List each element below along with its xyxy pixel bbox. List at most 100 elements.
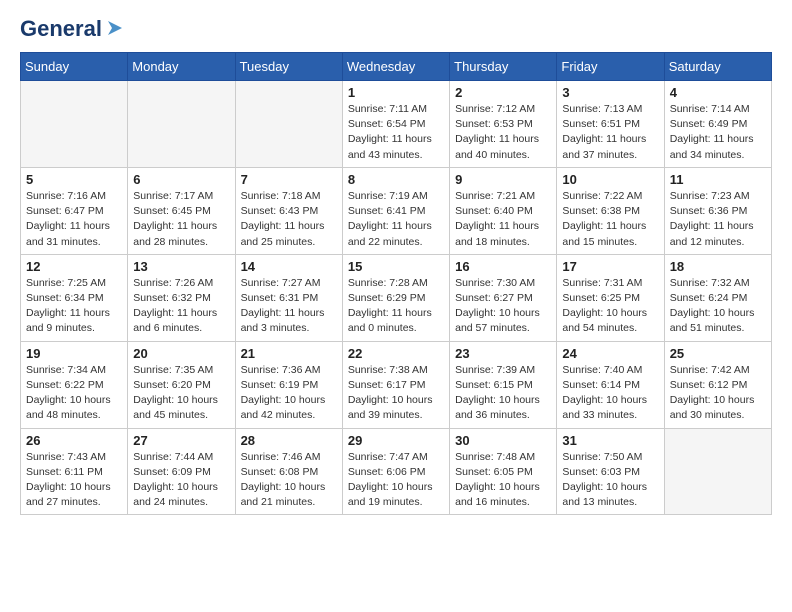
day-number: 7 bbox=[241, 172, 337, 187]
day-info: Sunrise: 7:14 AM Sunset: 6:49 PM Dayligh… bbox=[670, 102, 766, 163]
day-number: 6 bbox=[133, 172, 229, 187]
calendar-header-friday: Friday bbox=[557, 53, 664, 81]
calendar-cell: 27 Sunrise: 7:44 AM Sunset: 6:09 PM Dayli… bbox=[128, 428, 235, 515]
day-number: 24 bbox=[562, 346, 658, 361]
day-info: Sunrise: 7:19 AM Sunset: 6:41 PM Dayligh… bbox=[348, 189, 444, 250]
calendar-cell: 3Sunrise: 7:13 AM Sunset: 6:51 PM Daylig… bbox=[557, 81, 664, 168]
calendar-cell: 8 Sunrise: 7:19 AM Sunset: 6:41 PM Daylig… bbox=[342, 167, 449, 254]
calendar-cell bbox=[128, 81, 235, 168]
day-number: 13 bbox=[133, 259, 229, 274]
calendar-header-thursday: Thursday bbox=[450, 53, 557, 81]
day-info: Sunrise: 7:38 AM Sunset: 6:17 PM Dayligh… bbox=[348, 363, 444, 424]
calendar-header-saturday: Saturday bbox=[664, 53, 771, 81]
day-info: Sunrise: 7:44 AM Sunset: 6:09 PM Dayligh… bbox=[133, 450, 229, 511]
day-number: 16 bbox=[455, 259, 551, 274]
calendar-cell: 7 Sunrise: 7:18 AM Sunset: 6:43 PM Daylig… bbox=[235, 167, 342, 254]
calendar-cell: 20 Sunrise: 7:35 AM Sunset: 6:20 PM Dayli… bbox=[128, 341, 235, 428]
calendar-cell: 13Sunrise: 7:26 AM Sunset: 6:32 PM Dayli… bbox=[128, 254, 235, 341]
calendar-header-row: SundayMondayTuesdayWednesdayThursdayFrid… bbox=[21, 53, 772, 81]
day-number: 27 bbox=[133, 433, 229, 448]
calendar-week-row: 26Sunrise: 7:43 AM Sunset: 6:11 PM Dayli… bbox=[21, 428, 772, 515]
calendar-cell: 30Sunrise: 7:48 AM Sunset: 6:05 PM Dayli… bbox=[450, 428, 557, 515]
day-number: 5 bbox=[26, 172, 122, 187]
day-info: Sunrise: 7:43 AM Sunset: 6:11 PM Dayligh… bbox=[26, 450, 122, 511]
calendar-cell: 4 Sunrise: 7:14 AM Sunset: 6:49 PM Daylig… bbox=[664, 81, 771, 168]
calendar-header-tuesday: Tuesday bbox=[235, 53, 342, 81]
calendar-week-row: 1Sunrise: 7:11 AM Sunset: 6:54 PM Daylig… bbox=[21, 81, 772, 168]
day-info: Sunrise: 7:39 AM Sunset: 6:15 PM Dayligh… bbox=[455, 363, 551, 424]
day-number: 4 bbox=[670, 85, 766, 100]
calendar-cell: 1Sunrise: 7:11 AM Sunset: 6:54 PM Daylig… bbox=[342, 81, 449, 168]
day-info: Sunrise: 7:22 AM Sunset: 6:38 PM Dayligh… bbox=[562, 189, 658, 250]
day-info: Sunrise: 7:25 AM Sunset: 6:34 PM Dayligh… bbox=[26, 276, 122, 337]
calendar-cell: 26Sunrise: 7:43 AM Sunset: 6:11 PM Dayli… bbox=[21, 428, 128, 515]
calendar-cell: 2Sunrise: 7:12 AM Sunset: 6:53 PM Daylig… bbox=[450, 81, 557, 168]
calendar-week-row: 19 Sunrise: 7:34 AM Sunset: 6:22 PM Dayli… bbox=[21, 341, 772, 428]
logo-general-text: General bbox=[20, 16, 102, 42]
day-info: Sunrise: 7:47 AM Sunset: 6:06 PM Dayligh… bbox=[348, 450, 444, 511]
calendar-header-monday: Monday bbox=[128, 53, 235, 81]
day-info: Sunrise: 7:36 AM Sunset: 6:19 PM Dayligh… bbox=[241, 363, 337, 424]
calendar-week-row: 12 Sunrise: 7:25 AM Sunset: 6:34 PM Dayli… bbox=[21, 254, 772, 341]
day-number: 20 bbox=[133, 346, 229, 361]
calendar-cell: 10 Sunrise: 7:22 AM Sunset: 6:38 PM Dayli… bbox=[557, 167, 664, 254]
day-number: 11 bbox=[670, 172, 766, 187]
day-number: 14 bbox=[241, 259, 337, 274]
day-info: Sunrise: 7:35 AM Sunset: 6:20 PM Dayligh… bbox=[133, 363, 229, 424]
calendar-table: SundayMondayTuesdayWednesdayThursdayFrid… bbox=[20, 52, 772, 515]
page-container: General SundayMondayTuesdayWednesdayThur… bbox=[0, 0, 792, 525]
day-info: Sunrise: 7:16 AM Sunset: 6:47 PM Dayligh… bbox=[26, 189, 122, 250]
calendar-cell: 15 Sunrise: 7:28 AM Sunset: 6:29 PM Dayli… bbox=[342, 254, 449, 341]
day-info: Sunrise: 7:27 AM Sunset: 6:31 PM Dayligh… bbox=[241, 276, 337, 337]
day-info: Sunrise: 7:12 AM Sunset: 6:53 PM Dayligh… bbox=[455, 102, 551, 163]
calendar-cell: 16 Sunrise: 7:30 AM Sunset: 6:27 PM Dayli… bbox=[450, 254, 557, 341]
calendar-cell: 17Sunrise: 7:31 AM Sunset: 6:25 PM Dayli… bbox=[557, 254, 664, 341]
calendar-cell: 25Sunrise: 7:42 AM Sunset: 6:12 PM Dayli… bbox=[664, 341, 771, 428]
day-number: 29 bbox=[348, 433, 444, 448]
day-number: 10 bbox=[562, 172, 658, 187]
calendar-week-row: 5 Sunrise: 7:16 AM Sunset: 6:47 PM Daylig… bbox=[21, 167, 772, 254]
day-number: 31 bbox=[562, 433, 658, 448]
day-info: Sunrise: 7:46 AM Sunset: 6:08 PM Dayligh… bbox=[241, 450, 337, 511]
calendar-cell bbox=[21, 81, 128, 168]
day-info: Sunrise: 7:18 AM Sunset: 6:43 PM Dayligh… bbox=[241, 189, 337, 250]
day-number: 3 bbox=[562, 85, 658, 100]
calendar-cell: 22Sunrise: 7:38 AM Sunset: 6:17 PM Dayli… bbox=[342, 341, 449, 428]
logo: General bbox=[20, 16, 126, 42]
day-number: 28 bbox=[241, 433, 337, 448]
day-info: Sunrise: 7:40 AM Sunset: 6:14 PM Dayligh… bbox=[562, 363, 658, 424]
day-info: Sunrise: 7:28 AM Sunset: 6:29 PM Dayligh… bbox=[348, 276, 444, 337]
day-info: Sunrise: 7:42 AM Sunset: 6:12 PM Dayligh… bbox=[670, 363, 766, 424]
calendar-cell: 11 Sunrise: 7:23 AM Sunset: 6:36 PM Dayli… bbox=[664, 167, 771, 254]
day-info: Sunrise: 7:31 AM Sunset: 6:25 PM Dayligh… bbox=[562, 276, 658, 337]
day-info: Sunrise: 7:21 AM Sunset: 6:40 PM Dayligh… bbox=[455, 189, 551, 250]
day-number: 1 bbox=[348, 85, 444, 100]
day-number: 18 bbox=[670, 259, 766, 274]
calendar-cell: 19 Sunrise: 7:34 AM Sunset: 6:22 PM Dayli… bbox=[21, 341, 128, 428]
calendar-header-sunday: Sunday bbox=[21, 53, 128, 81]
day-number: 8 bbox=[348, 172, 444, 187]
day-number: 19 bbox=[26, 346, 122, 361]
calendar-cell: 24 Sunrise: 7:40 AM Sunset: 6:14 PM Dayli… bbox=[557, 341, 664, 428]
calendar-cell: 29 Sunrise: 7:47 AM Sunset: 6:06 PM Dayli… bbox=[342, 428, 449, 515]
day-number: 15 bbox=[348, 259, 444, 274]
header: General bbox=[20, 16, 772, 42]
calendar-cell bbox=[664, 428, 771, 515]
day-info: Sunrise: 7:50 AM Sunset: 6:03 PM Dayligh… bbox=[562, 450, 658, 511]
day-info: Sunrise: 7:23 AM Sunset: 6:36 PM Dayligh… bbox=[670, 189, 766, 250]
logo-arrow-icon bbox=[104, 17, 126, 39]
calendar-header-wednesday: Wednesday bbox=[342, 53, 449, 81]
day-number: 12 bbox=[26, 259, 122, 274]
calendar-cell: 23Sunrise: 7:39 AM Sunset: 6:15 PM Dayli… bbox=[450, 341, 557, 428]
calendar-cell: 6 Sunrise: 7:17 AM Sunset: 6:45 PM Daylig… bbox=[128, 167, 235, 254]
day-number: 30 bbox=[455, 433, 551, 448]
day-info: Sunrise: 7:34 AM Sunset: 6:22 PM Dayligh… bbox=[26, 363, 122, 424]
day-info: Sunrise: 7:30 AM Sunset: 6:27 PM Dayligh… bbox=[455, 276, 551, 337]
day-info: Sunrise: 7:17 AM Sunset: 6:45 PM Dayligh… bbox=[133, 189, 229, 250]
calendar-cell: 14 Sunrise: 7:27 AM Sunset: 6:31 PM Dayli… bbox=[235, 254, 342, 341]
calendar-cell: 9 Sunrise: 7:21 AM Sunset: 6:40 PM Daylig… bbox=[450, 167, 557, 254]
calendar-cell bbox=[235, 81, 342, 168]
calendar-cell: 31 Sunrise: 7:50 AM Sunset: 6:03 PM Dayli… bbox=[557, 428, 664, 515]
day-number: 9 bbox=[455, 172, 551, 187]
calendar-cell: 21Sunrise: 7:36 AM Sunset: 6:19 PM Dayli… bbox=[235, 341, 342, 428]
